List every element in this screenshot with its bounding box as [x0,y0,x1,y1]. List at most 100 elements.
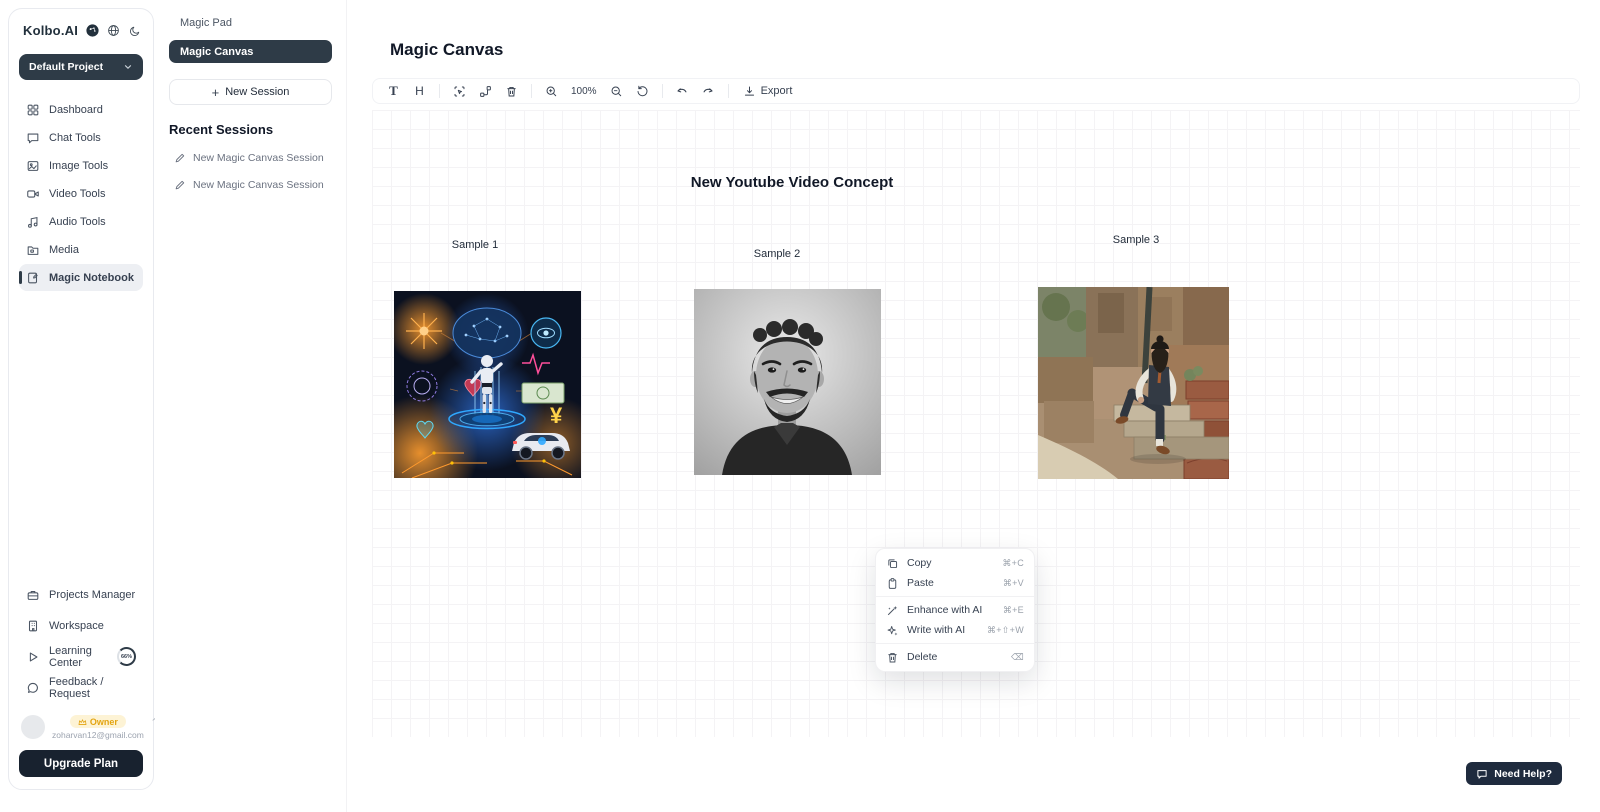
new-session-label: New Session [225,86,289,98]
sidebar-item-label: Magic Notebook [49,272,134,284]
toolbar-separator [662,84,663,98]
sidebar-item-magic-notebook[interactable]: Magic Notebook [19,264,143,291]
play-icon [26,650,40,664]
project-selector-label: Default Project [29,61,103,73]
sidebar-item-label: Chat Tools [49,132,101,144]
sidebar-nav: Dashboard Chat Tools Image Tools Video T… [19,96,143,291]
sidebar-item-label: Audio Tools [49,216,106,228]
avatar[interactable] [21,715,45,739]
sample-3-image[interactable] [1038,287,1229,479]
sidebar-item-media[interactable]: Media [19,236,143,263]
toolbar-separator [439,84,440,98]
music-note-icon [26,215,40,229]
toolbar-separator [531,84,532,98]
page-title: Magic Canvas [390,40,503,60]
sidebar-item-label: Image Tools [49,160,108,172]
select-tool-button[interactable] [448,81,471,101]
sidebar-item-label: Feedback / Request [49,676,136,700]
upgrade-plan-button[interactable]: Upgrade Plan [19,750,143,777]
sidebar-item-chat-tools[interactable]: Chat Tools [19,124,143,151]
session-panel: Magic Pad Magic Canvas + New Session Rec… [155,0,347,812]
chevron-down-icon [123,62,133,72]
sidebar: Kolbo.AI Default Project Dashb [8,8,154,790]
board-title[interactable]: New Youtube Video Concept [652,174,932,191]
tab-magic-canvas[interactable]: Magic Canvas [169,40,332,63]
feedback-bubble-icon [26,681,40,695]
reset-view-button[interactable] [631,81,654,101]
language-globe-icon[interactable] [107,24,120,37]
user-account-row[interactable]: Owner zoharvan12@gmail.com [19,707,143,750]
sidebar-item-label: Learning Center [49,645,106,669]
sample-2-image[interactable] [694,289,881,475]
need-help-button[interactable]: Need Help? [1466,762,1562,785]
sample-3-label[interactable]: Sample 3 [1076,234,1196,246]
context-menu-enhance-with-ai[interactable]: Enhance with AI ⌘+E [876,600,1034,620]
sidebar-item-video-tools[interactable]: Video Tools [19,180,143,207]
dark-mode-moon-icon[interactable] [129,25,141,37]
heading-tool-button[interactable]: H [408,81,431,101]
pencil-icon [174,179,186,191]
building-icon [26,619,40,633]
zoom-level[interactable]: 100% [566,86,602,97]
context-menu: Copy ⌘+C Paste ⌘+V Enhance with AI ⌘+E W… [875,548,1035,672]
sidebar-item-label: Workspace [49,620,104,632]
new-session-button[interactable]: + New Session [169,79,332,105]
context-menu-shortcut: ⌫ [1011,652,1024,663]
connector-icon [479,85,492,98]
context-menu-paste[interactable]: Paste ⌘+V [876,573,1034,593]
sample-1-image[interactable]: ¥ [394,291,581,478]
text-tool-button[interactable]: T [382,81,405,101]
chat-bubble-icon [26,131,40,145]
sidebar-item-feedback-request[interactable]: Feedback / Request [19,676,143,699]
export-label: Export [761,85,793,97]
briefcase-icon [26,588,40,602]
sidebar-item-learning-center[interactable]: Learning Center 66% [19,645,143,668]
magic-wand-icon [886,604,899,617]
sidebar-item-audio-tools[interactable]: Audio Tools [19,208,143,235]
connector-tool-button[interactable] [474,81,497,101]
sample-2-label[interactable]: Sample 2 [717,248,837,260]
tab-magic-pad[interactable]: Magic Pad [169,14,332,32]
svg-text:¥: ¥ [550,403,563,428]
redo-icon [701,84,715,98]
zoom-out-button[interactable] [605,81,628,101]
sidebar-item-image-tools[interactable]: Image Tools [19,152,143,179]
zoom-in-button[interactable] [540,81,563,101]
folder-icon [26,243,40,257]
undo-icon [675,84,689,98]
session-list-item[interactable]: New Magic Canvas Session [169,152,332,164]
text-tool-icon: T [389,83,398,99]
toolbar-separator [728,84,729,98]
session-list-item[interactable]: New Magic Canvas Session [169,179,332,191]
trash-icon [886,651,899,664]
sidebar-item-projects-manager[interactable]: Projects Manager [19,583,143,606]
context-menu-write-with-ai[interactable]: Write with AI ⌘+⇧+W [876,620,1034,640]
need-help-label: Need Help? [1494,768,1552,780]
rotate-ccw-icon [636,85,649,98]
pencil-icon [174,152,186,164]
sidebar-item-workspace[interactable]: Workspace [19,614,143,637]
user-email: zoharvan12@gmail.com [52,730,144,740]
project-selector[interactable]: Default Project [19,54,143,80]
sample-1-label[interactable]: Sample 1 [415,239,535,251]
context-menu-item-label: Copy [907,557,932,569]
context-menu-item-label: Enhance with AI [907,604,982,616]
heading-tool-icon: H [415,84,424,98]
sidebar-footer-nav: Projects Manager Workspace Learning Cent… [19,583,143,699]
context-menu-shortcut: ⌘+C [1002,558,1024,569]
redo-button[interactable] [697,81,720,101]
delete-tool-button[interactable] [500,81,523,101]
owner-badge-label: Owner [90,717,118,727]
export-button[interactable]: Export [737,85,799,98]
app-root: Kolbo.AI Default Project Dashb [0,0,1600,812]
context-menu-delete[interactable]: Delete ⌫ [876,647,1034,667]
user-meta: Owner zoharvan12@gmail.com [52,715,144,740]
help-chat-icon [1476,768,1488,780]
undo-button[interactable] [671,81,694,101]
image-icon [26,159,40,173]
brand-row: Kolbo.AI [19,23,143,38]
context-menu-copy[interactable]: Copy ⌘+C [876,553,1034,573]
context-menu-item-label: Write with AI [907,624,965,636]
sidebar-item-dashboard[interactable]: Dashboard [19,96,143,123]
selection-icon [453,85,466,98]
